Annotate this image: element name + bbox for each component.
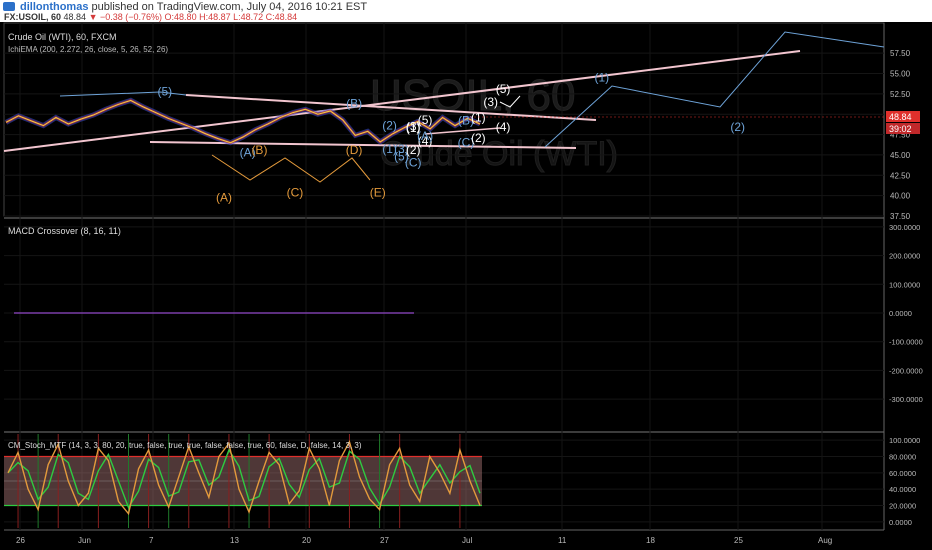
ohlc-values: O:48.80 H:48.87 L:48.72 C:48.84 — [164, 12, 298, 22]
macd-tick-label: -300.0000 — [889, 395, 923, 404]
wave-label: (5) — [418, 113, 433, 127]
stoch-tick-label: 100.0000 — [889, 436, 920, 445]
price-change: ▼ −0.38 (−0.76%) — [88, 12, 163, 22]
chart-canvas[interactable]: USOIL, 60 Crude Oil (WTI) (5)(B)(A)(B) (D… — [0, 22, 932, 550]
time-tick-label: 11 — [558, 536, 567, 545]
price-tick-label: 40.00 — [890, 192, 911, 201]
time-tick-label: 26 — [16, 536, 25, 545]
wave-label: (B) — [346, 97, 362, 111]
macd-tick-label: 100.0000 — [889, 280, 920, 289]
macd-panel-title: MACD Crossover (8, 16, 11) — [8, 226, 121, 236]
stoch-tick-label: 0.0000 — [889, 518, 912, 527]
last-price: 48.84 — [63, 12, 87, 22]
macd-tick-label: 300.0000 — [889, 223, 920, 232]
time-tick-label: 7 — [149, 536, 154, 545]
wave-sketch-orange[interactable] — [211, 154, 371, 183]
wave-label: (5) — [496, 82, 511, 96]
price-tick-label: 37.50 — [890, 212, 911, 221]
stoch-panel-title: CM_Stoch_MTF (14, 3, 3, 80, 20, true, fa… — [8, 441, 362, 450]
time-tick-label: Jun — [78, 536, 91, 545]
time-tick-label: Aug — [818, 536, 832, 545]
stoch-tick-label: 60.0000 — [889, 469, 916, 478]
wave-label: (C) — [287, 185, 304, 199]
last-price-tag-text: 48.84 — [889, 112, 912, 122]
wave-label: (1) — [471, 110, 486, 124]
price-tick-label: 55.00 — [890, 70, 911, 79]
wave-label: (2) — [730, 120, 745, 134]
wave-label: (2) — [382, 119, 397, 133]
ichiema-indicator-label: IchiEMA (200, 2.272, 26, close, 5, 26, 5… — [8, 45, 168, 54]
trendline-small[interactable] — [424, 127, 501, 135]
quote-line: FX:USOIL, 60 48.84 ▼ −0.38 (−0.76%) O:48… — [4, 12, 297, 22]
stoch-tick-label: 40.0000 — [889, 485, 916, 494]
time-tick-label: 27 — [380, 536, 389, 545]
wave-label: (A) — [216, 190, 232, 204]
projection-path[interactable] — [544, 31, 885, 148]
price-tick-label: 42.50 — [890, 171, 911, 180]
countdown-tag-text: 39:02 — [889, 124, 912, 134]
time-tick-label: 13 — [230, 536, 239, 545]
wave-label: (A) — [417, 129, 433, 143]
wave-label: (5) — [157, 84, 172, 98]
macd-tick-label: 0.0000 — [889, 309, 912, 318]
wave-label: (C) — [405, 155, 422, 169]
stoch-tick-label: 20.0000 — [889, 502, 916, 511]
wave-label: (4) — [496, 120, 511, 134]
stoch-tick-label: 80.0000 — [889, 453, 916, 462]
wave-label: (2) — [471, 131, 486, 145]
time-tick-label: 25 — [734, 536, 743, 545]
time-scale[interactable]: 26 Jun 7 13 20 27 Jul 11 18 25 Aug — [16, 536, 832, 545]
tradingview-logo-icon — [3, 2, 15, 11]
symbol-label: FX:USOIL, 60 — [4, 12, 62, 22]
wave-label: (B) — [251, 143, 267, 157]
price-tick-label: 45.00 — [890, 151, 911, 160]
price-tick-label: 52.50 — [890, 90, 911, 99]
publish-header: dillonthomas published on TradingView.co… — [0, 0, 932, 22]
time-tick-label: Jul — [462, 536, 472, 545]
macd-tick-label: -100.0000 — [889, 338, 923, 347]
time-tick-label: 20 — [302, 536, 311, 545]
price-panel-title: Crude Oil (WTI), 60, FXCM — [8, 32, 117, 42]
wave-label: (E) — [370, 185, 386, 199]
macd-tick-label: -200.0000 — [889, 366, 923, 375]
price-tick-label: 57.50 — [890, 49, 911, 58]
wave-label: (3) — [483, 95, 498, 109]
wave-label: (1) — [595, 71, 610, 85]
wave-label: (D) — [346, 143, 363, 157]
time-tick-label: 18 — [646, 536, 655, 545]
macd-tick-label: 200.0000 — [889, 252, 920, 261]
